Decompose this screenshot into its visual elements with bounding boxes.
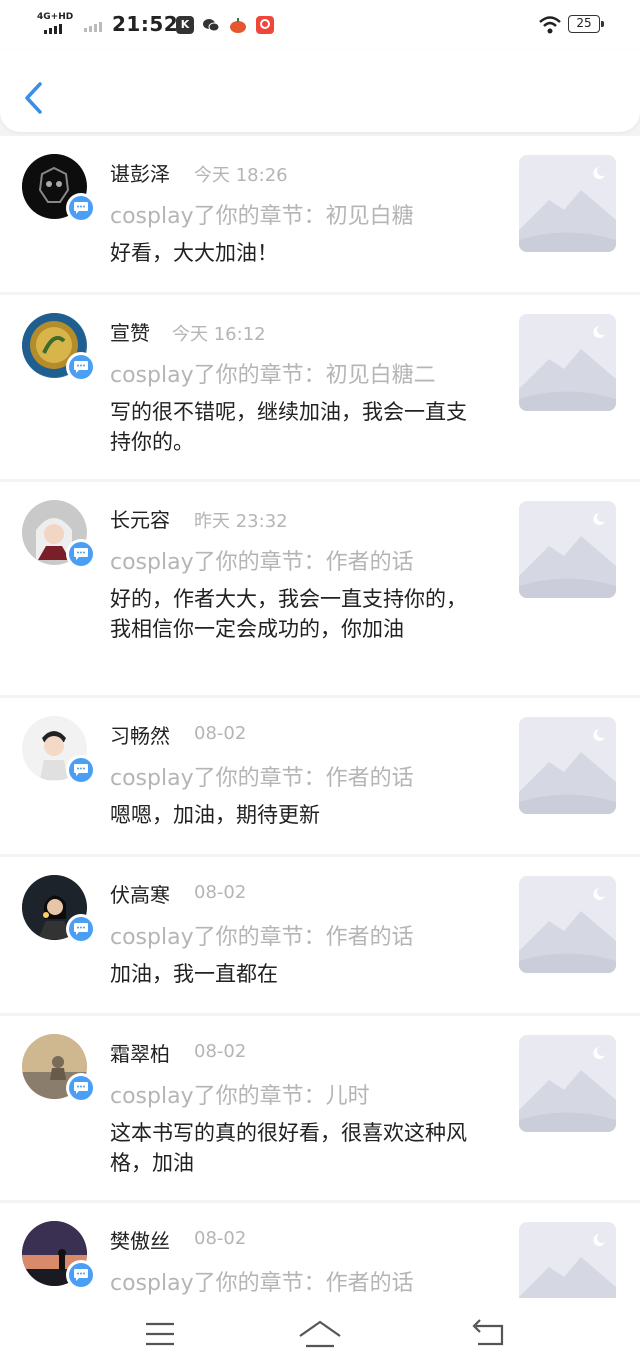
list-item[interactable]: 樊傲丝 08-02 cosplay了你的章节：作者的话 bbox=[0, 1203, 640, 1298]
page-header bbox=[0, 50, 640, 132]
clock: 21:52 bbox=[112, 12, 179, 36]
comment-badge-icon bbox=[66, 1260, 96, 1290]
image-placeholder-icon bbox=[519, 729, 616, 814]
image-placeholder-icon bbox=[519, 326, 616, 411]
list-item[interactable]: 霜翠柏 08-02 cosplay了你的章节：儿时 这本书写的真的很好看，很喜欢… bbox=[0, 1016, 640, 1200]
network-type: 4G+HD bbox=[37, 12, 74, 22]
battery-icon: 25 bbox=[568, 15, 604, 33]
timestamp: 今天 18:26 bbox=[194, 165, 288, 186]
image-placeholder-icon bbox=[519, 888, 616, 973]
timestamp: 08-02 bbox=[194, 1228, 247, 1249]
comment-badge-icon bbox=[66, 914, 96, 944]
username[interactable]: 习畅然 bbox=[110, 720, 170, 749]
menu-button[interactable] bbox=[142, 1316, 182, 1352]
comment-badge-icon bbox=[66, 539, 96, 569]
list-item[interactable]: 伏高寒 08-02 cosplay了你的章节：作者的话 加油，我一直都在 bbox=[0, 857, 640, 1013]
chapter-text: cosplay了你的章节：作者的话 bbox=[110, 550, 414, 575]
comment-text: 嗯嗯，加油，期待更新 bbox=[110, 803, 320, 827]
chapter-thumbnail[interactable] bbox=[519, 1222, 616, 1298]
comment-text: 好的，作者大大，我会一直支持你的，我相信你一定会成功的，你加油 bbox=[110, 587, 467, 641]
chapter-thumbnail[interactable] bbox=[519, 1035, 616, 1132]
chapter-text: cosplay了你的章节：作者的话 bbox=[110, 1271, 414, 1296]
username[interactable]: 霜翠柏 bbox=[110, 1038, 170, 1067]
image-placeholder-icon bbox=[519, 513, 616, 598]
comment-badge-icon bbox=[66, 755, 96, 785]
image-placeholder-icon bbox=[519, 167, 616, 252]
system-nav-bar bbox=[0, 1298, 640, 1372]
list-item[interactable]: 谌彭泽 今天 18:26 cosplay了你的章节：初见白糖 好看，大大加油！ bbox=[0, 136, 640, 292]
comment-text: 加油，我一直都在 bbox=[110, 962, 278, 986]
comment-text: 写的很不错呢，继续加油，我会一直支持你的。 bbox=[110, 400, 467, 454]
signal-2-icon bbox=[84, 22, 102, 32]
pumpkin-app-icon bbox=[229, 16, 247, 34]
home-icon bbox=[299, 1320, 341, 1348]
chapter-thumbnail[interactable] bbox=[519, 717, 616, 814]
comment-badge-icon bbox=[66, 352, 96, 382]
chapter-thumbnail[interactable] bbox=[519, 155, 616, 252]
username[interactable]: 樊傲丝 bbox=[110, 1225, 170, 1254]
signal-icon bbox=[44, 24, 62, 34]
home-button[interactable] bbox=[298, 1316, 341, 1352]
chapter-text: cosplay了你的章节：作者的话 bbox=[110, 766, 414, 791]
username[interactable]: 伏高寒 bbox=[110, 879, 170, 908]
username[interactable]: 宣赞 bbox=[110, 317, 150, 346]
image-placeholder-icon bbox=[519, 1234, 616, 1298]
chapter-text: cosplay了你的章节：初见白糖二 bbox=[110, 363, 436, 388]
menu-icon bbox=[146, 1322, 174, 1346]
image-placeholder-icon bbox=[519, 1047, 616, 1132]
chapter-text: cosplay了你的章节：初见白糖 bbox=[110, 204, 414, 229]
timestamp: 昨天 23:32 bbox=[194, 511, 288, 532]
timestamp: 今天 16:12 bbox=[172, 324, 266, 345]
comment-text: 这本书写的真的很好看，很喜欢这种风格，加油 bbox=[110, 1121, 467, 1175]
back-button[interactable] bbox=[20, 78, 50, 118]
timestamp: 08-02 bbox=[194, 882, 247, 903]
list-item[interactable]: 习畅然 08-02 cosplay了你的章节：作者的话 嗯嗯，加油，期待更新 bbox=[0, 698, 640, 854]
status-bar: 4G+HD 21:52 K 25 bbox=[0, 0, 640, 50]
timestamp: 08-02 bbox=[194, 1041, 247, 1062]
chapter-text: cosplay了你的章节：儿时 bbox=[110, 1084, 370, 1109]
back-nav-button[interactable] bbox=[470, 1316, 510, 1352]
comment-badge-icon bbox=[66, 1073, 96, 1103]
list-item[interactable]: 长元容 昨天 23:32 cosplay了你的章节：作者的话 好的，作者大大，我… bbox=[0, 482, 640, 695]
wifi-icon bbox=[538, 15, 562, 39]
notification-list[interactable]: 谌彭泽 今天 18:26 cosplay了你的章节：初见白糖 好看，大大加油！ … bbox=[0, 136, 640, 1298]
chevron-left-icon bbox=[25, 82, 42, 114]
timestamp: 08-02 bbox=[194, 723, 247, 744]
username[interactable]: 长元容 bbox=[110, 504, 170, 533]
chapter-text: cosplay了你的章节：作者的话 bbox=[110, 925, 414, 950]
username[interactable]: 谌彭泽 bbox=[110, 158, 170, 187]
chapter-thumbnail[interactable] bbox=[519, 876, 616, 973]
wechat-icon bbox=[202, 16, 220, 34]
comment-text: 好看，大大加油！ bbox=[110, 241, 278, 265]
shopping-app-icon bbox=[256, 16, 274, 34]
chapter-thumbnail[interactable] bbox=[519, 314, 616, 411]
list-item[interactable]: 宣赞 今天 16:12 cosplay了你的章节：初见白糖二 写的很不错呢，继续… bbox=[0, 295, 640, 479]
chapter-thumbnail[interactable] bbox=[519, 501, 616, 598]
k-app-icon: K bbox=[176, 16, 194, 34]
back-icon bbox=[472, 1319, 504, 1346]
comment-badge-icon bbox=[66, 193, 96, 223]
